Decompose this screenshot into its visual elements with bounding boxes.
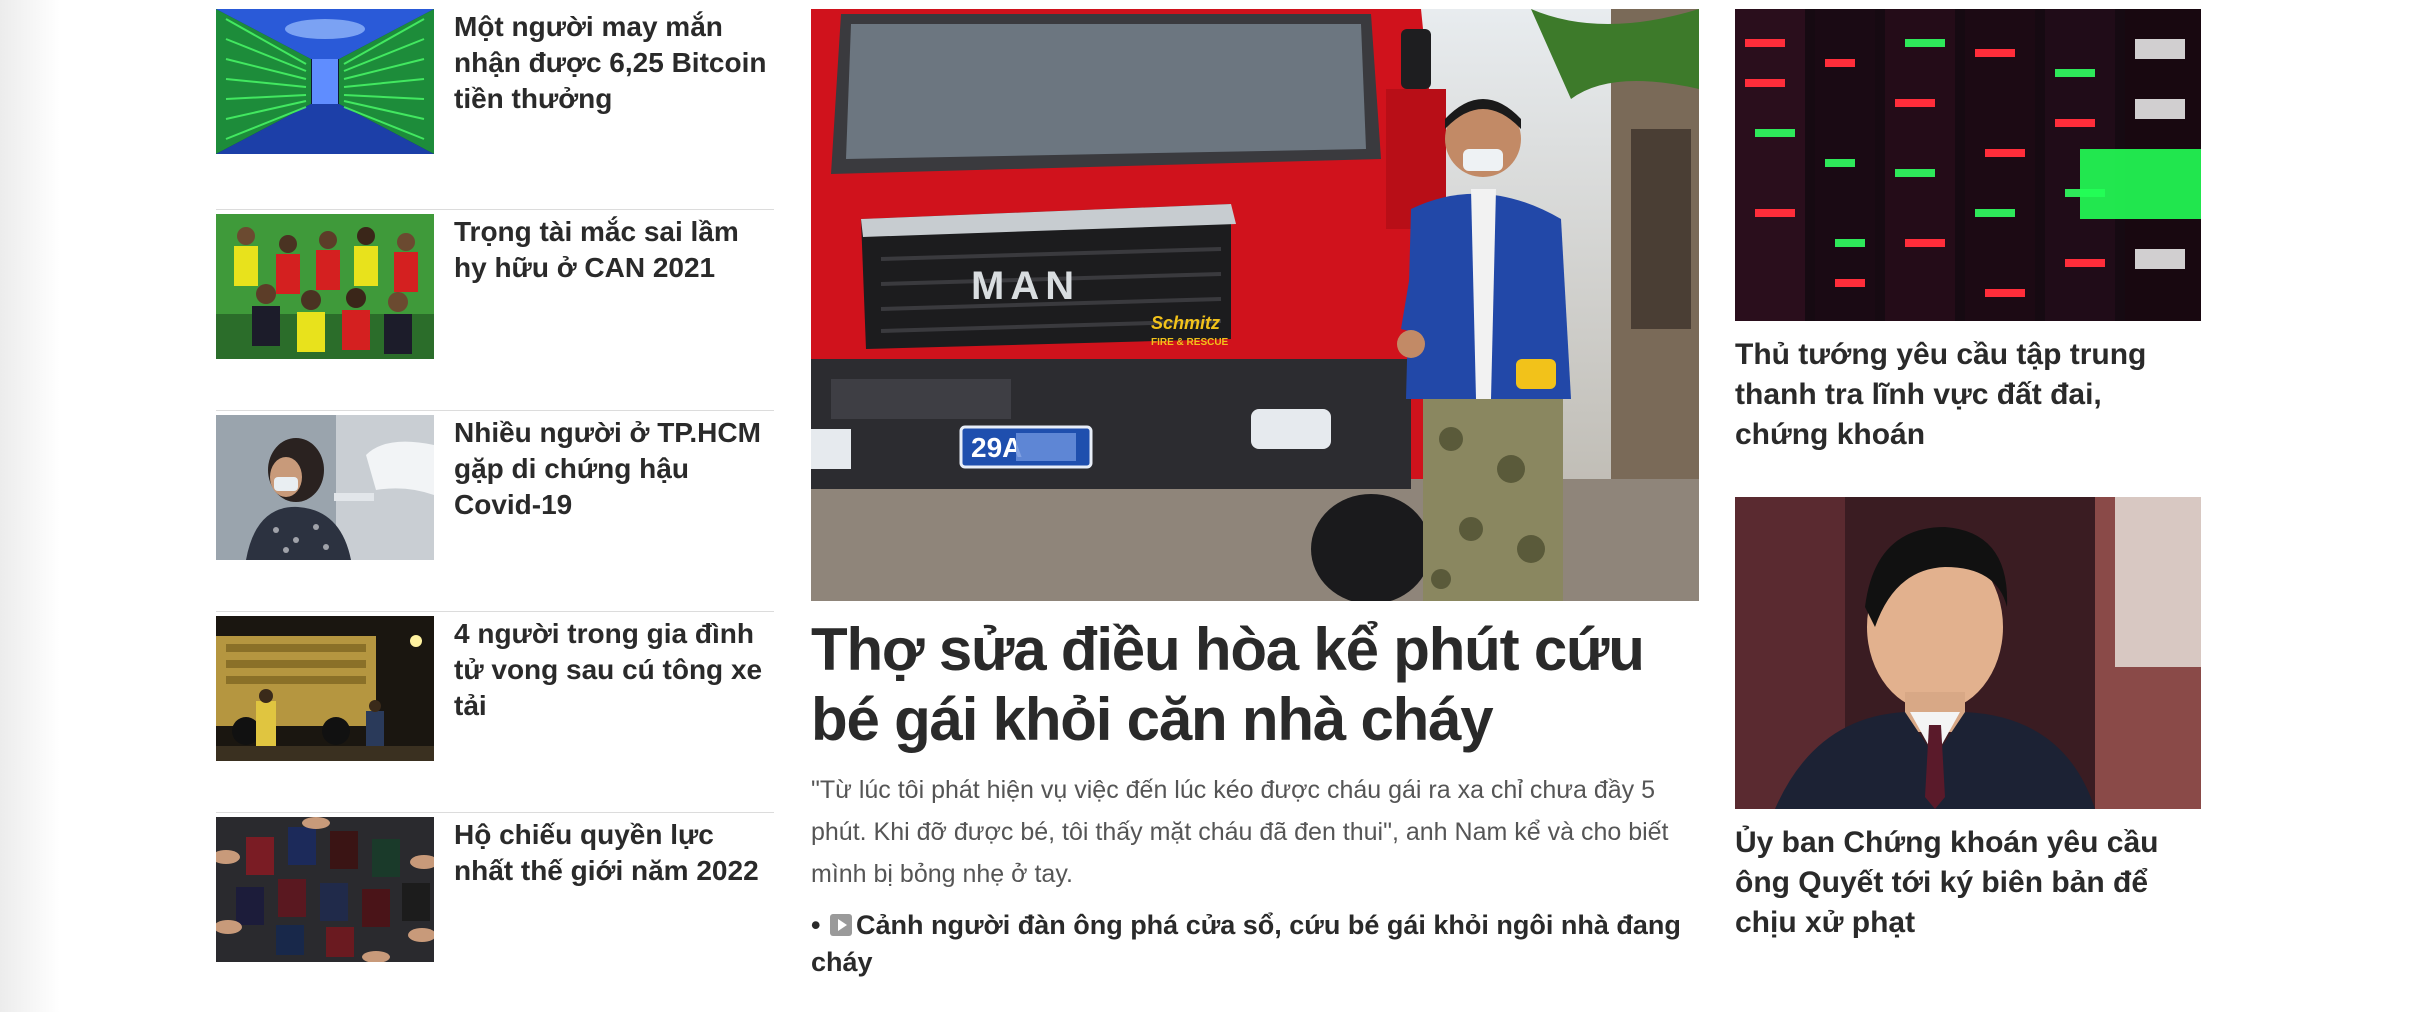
side-news-item: Hộ chiếu quyền lực nhất thế giới năm 202… [216,813,774,1013]
plate-text: 29A [971,432,1022,463]
side-news-item: 4 người trong gia đình tử vong sau cú tô… [216,612,774,813]
right-news-title[interactable]: Thủ tướng yêu cầu tập trung thanh tra lĩ… [1735,335,2203,455]
side-news-item: Trọng tài mắc sai lầm hy hữu ở CAN 2021 [216,210,774,411]
left-news-column: Một người may mắn nhận được 6,25 Bitcoin… [216,9,774,1013]
related-link[interactable]: • Cảnh người đàn ông phá cửa sổ, cứu bé … [811,907,1699,981]
side-news-title[interactable]: Hộ chiếu quyền lực nhất thế giới năm 202… [454,817,774,889]
side-news-title[interactable]: Nhiều người ở TP.HCM gặp di chứng hậu Co… [454,415,774,523]
thumbnail-businessman[interactable] [1735,497,2201,809]
side-news-title[interactable]: 4 người trong gia đình tử vong sau cú tô… [454,616,774,724]
side-news-item: Một người may mắn nhận được 6,25 Bitcoin… [216,9,774,210]
thumbnail-truck-accident[interactable] [216,616,434,761]
thumbnail-covid[interactable] [216,415,434,560]
thumbnail-bitcoin[interactable] [216,9,434,154]
truck-brand-text: MAN [971,264,1080,308]
thumbnail-stock-board[interactable] [1735,9,2201,321]
thumbnail-referees[interactable] [216,214,434,359]
video-play-icon [829,914,852,936]
related-title[interactable]: Cảnh người đàn ông phá cửa sổ, cứu bé gá… [811,910,1681,977]
right-news-title[interactable]: Ủy ban Chứng khoán yêu cầu ông Quyết tới… [1735,823,2203,943]
bullet: • [811,910,821,940]
thumbnail-passports[interactable] [216,817,434,962]
right-news-column: Thủ tướng yêu cầu tập trung thanh tra lĩ… [1735,9,2203,943]
truck-badge-sub-text: FIRE & RESCUE [1151,337,1229,348]
featured-article: MAN Schmitz FIRE & RESCUE 29A Thợ sửa đi… [811,9,1699,981]
page-left-gutter [0,0,60,1012]
right-news-item: Ủy ban Chứng khoán yêu cầu ông Quyết tới… [1735,497,2203,943]
side-news-title[interactable]: Trọng tài mắc sai lầm hy hữu ở CAN 2021 [454,214,774,286]
featured-headline[interactable]: Thợ sửa điều hòa kể phút cứu bé gái khỏi… [811,615,1699,755]
featured-image[interactable]: MAN Schmitz FIRE & RESCUE 29A [811,9,1699,601]
side-news-item: Nhiều người ở TP.HCM gặp di chứng hậu Co… [216,411,774,612]
featured-summary: "Từ lúc tôi phát hiện vụ việc đến lúc ké… [811,776,1669,888]
side-news-title[interactable]: Một người may mắn nhận được 6,25 Bitcoin… [454,9,774,117]
truck-badge-text: Schmitz [1151,313,1220,333]
right-news-item: Thủ tướng yêu cầu tập trung thanh tra lĩ… [1735,9,2203,455]
